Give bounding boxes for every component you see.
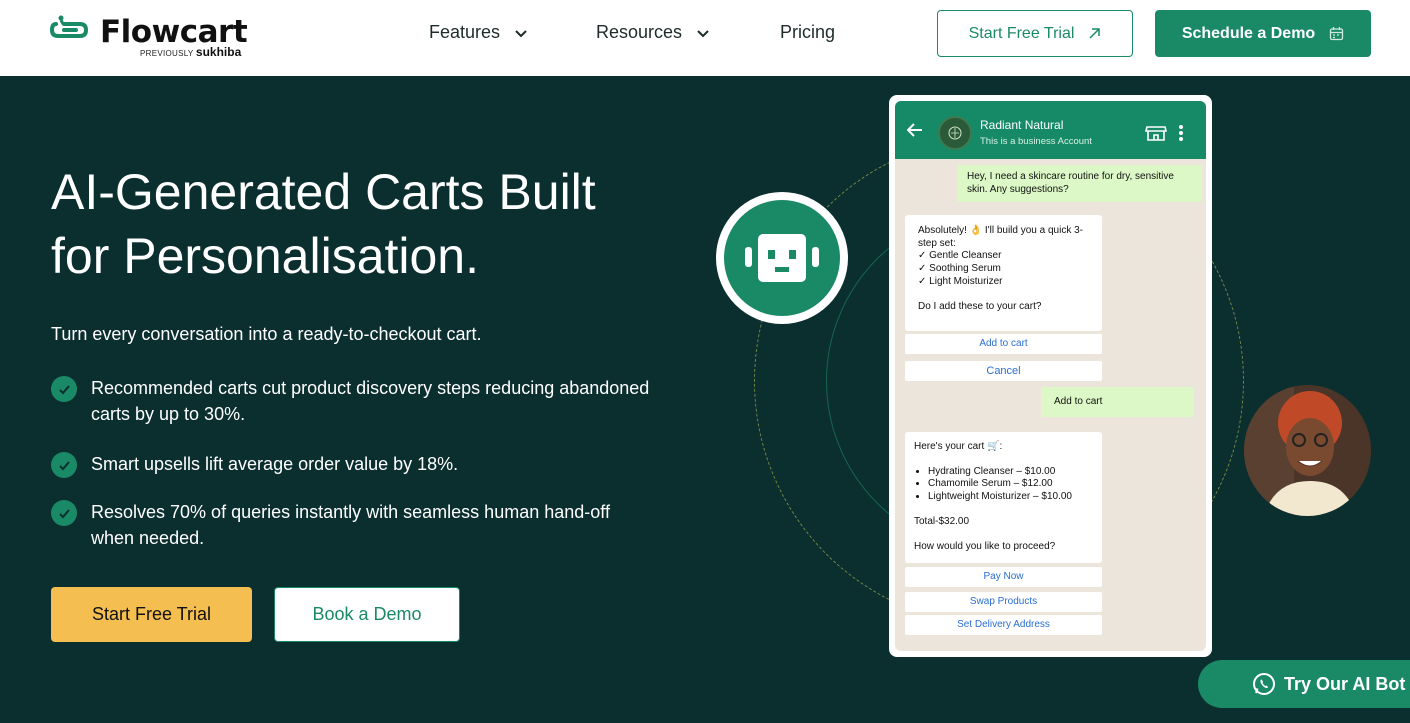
cart-items: Hydrating Cleanser – $10.00 Chamomile Se… <box>914 466 1093 504</box>
back-arrow-icon[interactable] <box>907 123 923 137</box>
quick-reply-swap-products[interactable]: Swap Products <box>905 592 1102 612</box>
store-icon[interactable] <box>1145 125 1167 141</box>
nav-features[interactable]: Features <box>429 22 528 43</box>
benefit-text: Recommended carts cut product discovery … <box>91 378 650 424</box>
quick-reply-pay-now[interactable]: Pay Now <box>905 567 1102 587</box>
contact-status: This is a business Account <box>980 136 1092 147</box>
robot-icon <box>724 200 840 316</box>
phone-mockup: Radiant Natural This is a business Accou… <box>889 95 1212 657</box>
try-ai-bot-button[interactable]: Try Our AI Bot <box>1198 660 1410 708</box>
hero-title-line1: AI-Generated Carts Built <box>51 164 596 220</box>
customer-avatar <box>1244 385 1371 516</box>
chat-screen: Radiant Natural This is a business Accou… <box>895 101 1206 651</box>
check-circle-icon <box>51 500 77 526</box>
cart-item: Lightweight Moisturizer – $10.00 <box>928 491 1093 504</box>
robot-badge <box>716 192 848 324</box>
bot-message-question: Do I add these to your cart? <box>918 300 1042 312</box>
bot-message-intro: Absolutely! 👌 I'll build you a quick 3-s… <box>918 225 1083 249</box>
contact-name: Radiant Natural <box>980 118 1064 132</box>
chevron-down-icon <box>697 29 709 37</box>
chevron-down-icon <box>515 29 527 37</box>
start-free-trial-nav-label: Start Free Trial <box>968 24 1075 42</box>
whatsapp-icon <box>1253 673 1275 695</box>
check-circle-icon <box>51 376 77 402</box>
bot-message-item: ✓ Soothing Serum <box>918 263 1001 275</box>
bot-message-item: ✓ Gentle Cleanser <box>918 250 1002 262</box>
benefit-item: Smart upsells lift average order value b… <box>51 451 651 478</box>
check-circle-icon <box>51 452 77 478</box>
quick-reply-cancel[interactable]: Cancel <box>905 361 1102 381</box>
benefit-text: Resolves 70% of queries instantly with s… <box>91 502 610 548</box>
nav-resources[interactable]: Resources <box>596 22 710 43</box>
benefit-item: Resolves 70% of queries instantly with s… <box>51 499 651 551</box>
more-vertical-icon[interactable] <box>1179 125 1183 141</box>
quick-reply-add-to-cart[interactable]: Add to cart <box>905 334 1102 354</box>
schedule-demo-nav-button[interactable]: Schedule a Demo <box>1155 10 1371 57</box>
brand-previously: PREVIOUSLY sukhiba <box>140 45 241 59</box>
user-message: Hey, I need a skincare routine for dry, … <box>957 165 1202 203</box>
flowcart-logo-icon <box>50 15 88 38</box>
hero-title-line2: for Personalisation. <box>51 228 480 284</box>
hero-subtitle: Turn every conversation into a ready-to-… <box>51 324 482 344</box>
arrow-up-right-icon <box>1089 28 1101 39</box>
brand-logo[interactable]: Flowcart PREVIOUSLY sukhiba <box>50 12 260 62</box>
nav-resources-label: Resources <box>596 22 683 42</box>
cart-item: Hydrating Cleanser – $10.00 <box>928 466 1093 479</box>
hero-title: AI-Generated Carts Built for Personalisa… <box>51 160 691 288</box>
nav-pricing[interactable]: Pricing <box>780 22 835 43</box>
chat-header: Radiant Natural This is a business Accou… <box>895 101 1206 159</box>
book-demo-button[interactable]: Book a Demo <box>274 587 460 642</box>
quick-reply-set-address[interactable]: Set Delivery Address <box>905 615 1102 635</box>
bot-message: Absolutely! 👌 I'll build you a quick 3-s… <box>905 215 1102 331</box>
nav-pricing-label: Pricing <box>780 22 836 42</box>
top-nav: Flowcart PREVIOUSLY sukhiba Features Res… <box>0 0 1410 76</box>
try-ai-bot-label: Try Our AI Bot <box>1284 673 1406 694</box>
bot-message-item: ✓ Light Moisturizer <box>918 275 1003 287</box>
cart-item: Chamomile Serum – $12.00 <box>928 478 1093 491</box>
previously-name: sukhiba <box>195 45 242 59</box>
contact-avatar <box>938 116 972 150</box>
calendar-icon <box>1330 27 1344 41</box>
bot-cart-message: Here's your cart 🛒: Hydrating Cleanser –… <box>905 432 1102 563</box>
start-free-trial-nav-button[interactable]: Start Free Trial <box>937 10 1133 57</box>
benefit-text: Smart upsells lift average order value b… <box>91 454 459 474</box>
bot-cart-intro: Here's your cart 🛒: <box>914 441 1003 452</box>
start-free-trial-button[interactable]: Start Free Trial <box>51 587 252 642</box>
bot-cart-question: How would you like to proceed? <box>914 540 1056 552</box>
previously-label: PREVIOUSLY <box>140 49 194 58</box>
benefit-item: Recommended carts cut product discovery … <box>51 375 651 427</box>
nav-features-label: Features <box>429 22 501 42</box>
cart-total: Total-$32.00 <box>914 515 970 527</box>
schedule-demo-nav-label: Schedule a Demo <box>1181 24 1316 42</box>
user-message: Add to cart <box>1041 387 1194 417</box>
